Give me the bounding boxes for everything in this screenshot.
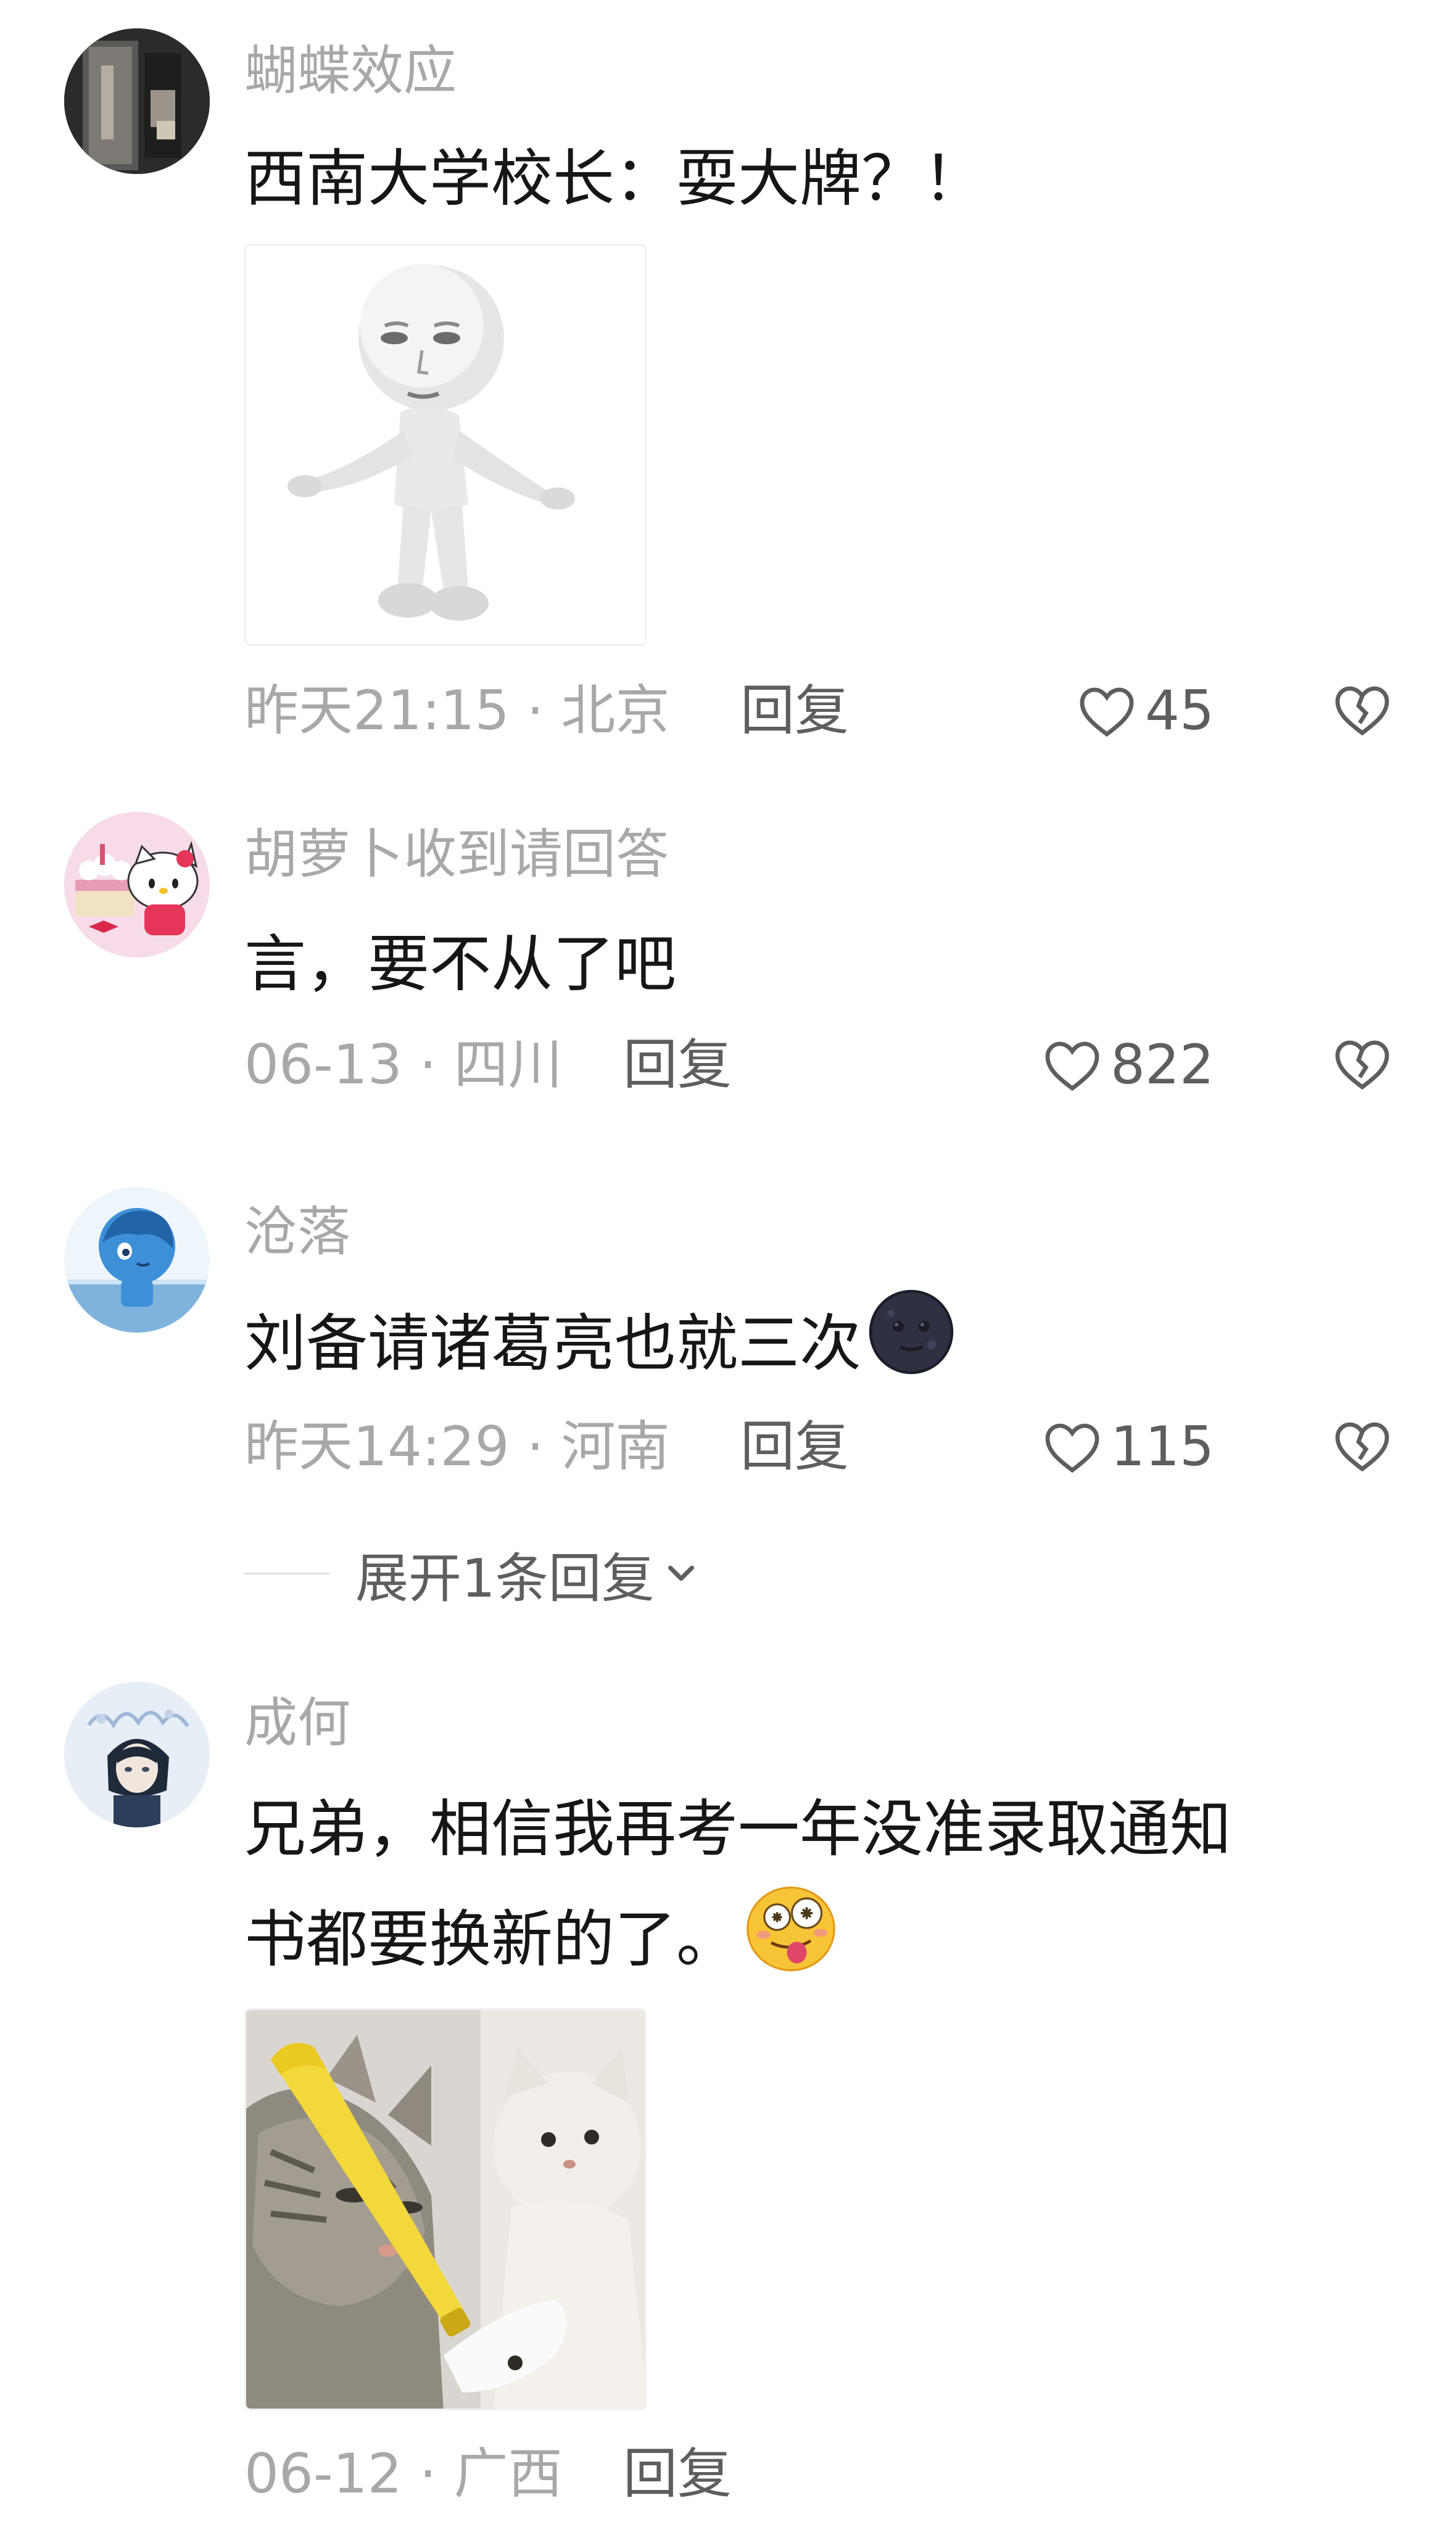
dislike-button[interactable] xyxy=(1333,1417,1392,1476)
reply-button[interactable]: 回复 xyxy=(623,2443,732,2505)
dizzy-tongue-face-emoji-icon xyxy=(742,1882,840,2006)
like-button[interactable]: 45 xyxy=(1077,674,1214,748)
avatar[interactable] xyxy=(64,1682,210,1827)
dislike-button[interactable] xyxy=(1333,681,1392,740)
like-count: 45 xyxy=(1145,679,1214,742)
username[interactable]: 蝴蝶效应 xyxy=(244,44,457,97)
divider xyxy=(244,1572,329,1574)
comment-text-line: 西南大学校长：耍大牌？！ xyxy=(244,143,985,215)
comment-meta: 06-12 · 广西 回复 xyxy=(244,2437,1392,2511)
dislike-button[interactable] xyxy=(1333,1035,1392,1094)
username[interactable]: 胡萝卜收到请回答 xyxy=(244,828,669,881)
heart-icon xyxy=(1080,687,1134,737)
comment-text-segment: 刘备请诸葛亮也就三次 xyxy=(244,1307,861,1379)
avatar[interactable] xyxy=(64,812,210,957)
time-location: 06-13 · 四川 xyxy=(244,1033,563,1096)
expand-replies-button[interactable]: 展开1条回复 xyxy=(244,1536,703,1610)
reply-button[interactable]: 回复 xyxy=(623,1034,732,1096)
reply-button[interactable]: 回复 xyxy=(740,1416,849,1478)
sticker-image[interactable] xyxy=(244,244,647,646)
username[interactable]: 沧落 xyxy=(244,1206,350,1259)
sticker-image[interactable] xyxy=(244,2008,647,2410)
dark-moon-face-emoji-icon xyxy=(865,1286,958,1410)
like-button[interactable]: 115 xyxy=(1043,1410,1214,1484)
avatar[interactable] xyxy=(64,1187,210,1333)
comment-text-line: 书都要换新的了。 xyxy=(244,1882,1231,1987)
comment-meta: 昨天14:29 · 河南 回复 115 xyxy=(244,1410,1392,1484)
chevron-down-icon xyxy=(668,1565,694,1581)
like-count: 115 xyxy=(1111,1415,1214,1478)
comment-text-line: 言，要不从了吧 xyxy=(244,928,676,1000)
avatar[interactable] xyxy=(64,28,210,174)
time-location: 06-12 · 广西 xyxy=(244,2442,563,2505)
comment-text: 兄弟，相信我再考一年没准录取通知 书都要换新的了。 xyxy=(244,1777,1231,1987)
broken-heart-icon xyxy=(1335,686,1389,736)
expand-replies-label: 展开1条回复 xyxy=(355,1547,655,1610)
comment-meta: 06-13 · 四川 回复 822 xyxy=(244,1028,1392,1102)
heart-icon xyxy=(1045,1041,1099,1091)
comment-text-segment: 书都要换新的了。 xyxy=(244,1903,738,1975)
like-count: 822 xyxy=(1111,1033,1214,1096)
like-button[interactable]: 822 xyxy=(1043,1028,1214,1102)
time-location: 昨天21:15 · 北京 xyxy=(244,679,670,742)
broken-heart-icon xyxy=(1335,1422,1389,1472)
comment-text: 西南大学校长：耍大牌？！ xyxy=(244,126,985,231)
comment-text: 言，要不从了吧 xyxy=(244,912,676,1017)
broken-heart-icon xyxy=(1335,1040,1389,1090)
heart-icon xyxy=(1045,1423,1099,1473)
time-location: 昨天14:29 · 河南 xyxy=(244,1415,670,1478)
comment-text: 刘备请诸葛亮也就三次 xyxy=(244,1286,958,1391)
reply-button[interactable]: 回复 xyxy=(740,680,849,742)
username[interactable]: 成何 xyxy=(244,1697,350,1750)
comment-text-line: 刘备请诸葛亮也就三次 xyxy=(244,1286,958,1391)
comment-text-line: 兄弟，相信我再考一年没准录取通知 xyxy=(244,1793,1231,1865)
comment-meta: 昨天21:15 · 北京 回复 45 xyxy=(244,674,1392,748)
